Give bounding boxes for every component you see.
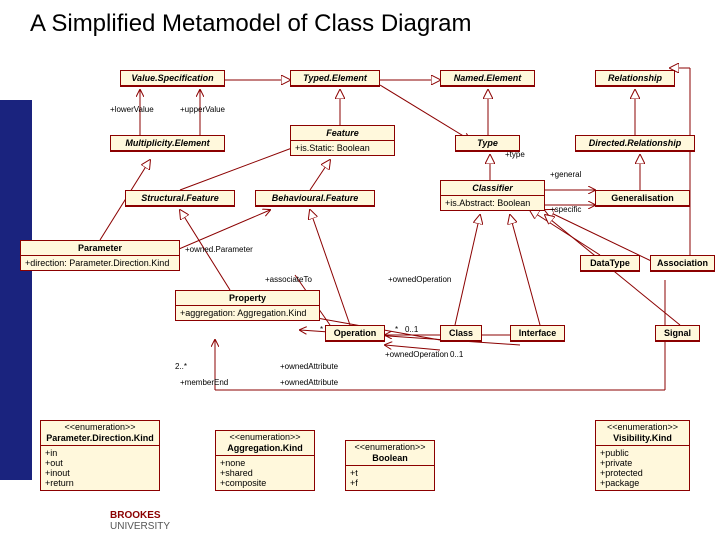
literal: +t (350, 468, 430, 478)
class-name: Property (176, 291, 319, 306)
label-owned-attribute: +ownedAttribute (280, 362, 338, 371)
class-name: DataType (581, 256, 639, 271)
enum-aggregation-kind: <<enumeration>> Aggregation.Kind +none +… (215, 430, 315, 491)
label-mult-2star: 2..* (175, 362, 187, 371)
class-name: Directed.Relationship (576, 136, 694, 151)
class-name: Signal (656, 326, 699, 341)
class-name: Generalisation (596, 191, 689, 206)
class-name: Interface (511, 326, 564, 341)
class-name: Class (441, 326, 481, 341)
class-name: Structural.Feature (126, 191, 234, 206)
literal: +return (45, 478, 155, 488)
attr: +is.Abstract: Boolean (445, 198, 540, 208)
class-generalisation: Generalisation (595, 190, 690, 207)
label-mult-star: * (395, 325, 398, 334)
class-multiplicity-element: Multiplicity.Element (110, 135, 225, 152)
class-association: Association (650, 255, 715, 272)
class-relationship: Relationship (595, 70, 675, 87)
enum-visibility-kind: <<enumeration>> Visibility.Kind +public … (595, 420, 690, 491)
class-structural-feature: Structural.Feature (125, 190, 235, 207)
literal: +in (45, 448, 155, 458)
label-type: +type (505, 150, 525, 159)
attr: +aggregation: Aggregation.Kind (180, 308, 315, 318)
label-mult-star-2: * (320, 325, 323, 334)
enum-name: Visibility.Kind (596, 433, 689, 446)
enum-name: Parameter.Direction.Kind (41, 433, 159, 446)
class-datatype: DataType (580, 255, 640, 272)
class-name: Behavioural.Feature (256, 191, 374, 206)
literal: +protected (600, 468, 685, 478)
label-owned-operation: +ownedOperation (388, 275, 451, 284)
class-name: Multiplicity.Element (111, 136, 224, 151)
literal: +package (600, 478, 685, 488)
literal: +shared (220, 468, 310, 478)
class-directed-relationship: Directed.Relationship (575, 135, 695, 152)
label-mult-01b: 0..1 (450, 350, 463, 359)
class-name: Typed.Element (291, 71, 379, 86)
label-specific: +specific (550, 205, 581, 214)
class-parameter: Parameter +direction: Parameter.Direction… (20, 240, 180, 271)
class-behavioural-feature: Behavioural.Feature (255, 190, 375, 207)
attr: +direction: Parameter.Direction.Kind (25, 258, 175, 268)
class-named-element: Named.Element (440, 70, 535, 87)
literal: +private (600, 458, 685, 468)
enum-name: Boolean (346, 453, 434, 466)
class-value-specification: Value.Specification (120, 70, 225, 87)
class-class: Class (440, 325, 482, 342)
label-lower-value: +lowerValue (110, 105, 154, 114)
class-signal: Signal (655, 325, 700, 342)
class-operation: Operation (325, 325, 385, 342)
class-name: Parameter (21, 241, 179, 256)
brand-name: BROOKES (110, 510, 161, 521)
brand-logo: BROOKES UNIVERSITY (110, 510, 170, 532)
label-owned-operation-2: +ownedOperation (385, 350, 448, 359)
class-typed-element: Typed.Element (290, 70, 380, 87)
label-owned-attribute-2: +ownedAttribute (280, 378, 338, 387)
class-interface: Interface (510, 325, 565, 342)
page-title: A Simplified Metamodel of Class Diagram (30, 10, 472, 38)
label-mult-01: 0..1 (405, 325, 418, 334)
enum-boolean: <<enumeration>> Boolean +t +f (345, 440, 435, 491)
class-classifier: Classifier +is.Abstract: Boolean (440, 180, 545, 211)
class-feature: Feature +is.Static: Boolean (290, 125, 395, 156)
literal: +composite (220, 478, 310, 488)
brand-sub: UNIVERSITY (110, 521, 170, 532)
uml-diagram: Value.Specification Typed.Element Named.… (0, 50, 720, 540)
class-name: Value.Specification (121, 71, 224, 86)
stereotype: <<enumeration>> (216, 431, 314, 443)
enum-parameter-direction-kind: <<enumeration>> Parameter.Direction.Kind… (40, 420, 160, 491)
enum-name: Aggregation.Kind (216, 443, 314, 456)
class-name: Operation (326, 326, 384, 341)
literal: +out (45, 458, 155, 468)
class-name: Feature (291, 126, 394, 141)
class-property: Property +aggregation: Aggregation.Kind (175, 290, 320, 321)
label-upper-value: +upperValue (180, 105, 225, 114)
class-name: Classifier (441, 181, 544, 196)
label-member-end: +memberEnd (180, 378, 228, 387)
class-name: Named.Element (441, 71, 534, 86)
label-general: +general (550, 170, 581, 179)
label-associate-to: +associateTo (265, 275, 312, 284)
class-name: Type (456, 136, 519, 151)
attr: +is.Static: Boolean (295, 143, 390, 153)
literal: +none (220, 458, 310, 468)
stereotype: <<enumeration>> (346, 441, 434, 453)
literal: +inout (45, 468, 155, 478)
class-name: Association (651, 256, 714, 271)
stereotype: <<enumeration>> (596, 421, 689, 433)
class-name: Relationship (596, 71, 674, 86)
literal: +public (600, 448, 685, 458)
stereotype: <<enumeration>> (41, 421, 159, 433)
label-owned-parameter: +owned.Parameter (185, 245, 253, 254)
literal: +f (350, 478, 430, 488)
